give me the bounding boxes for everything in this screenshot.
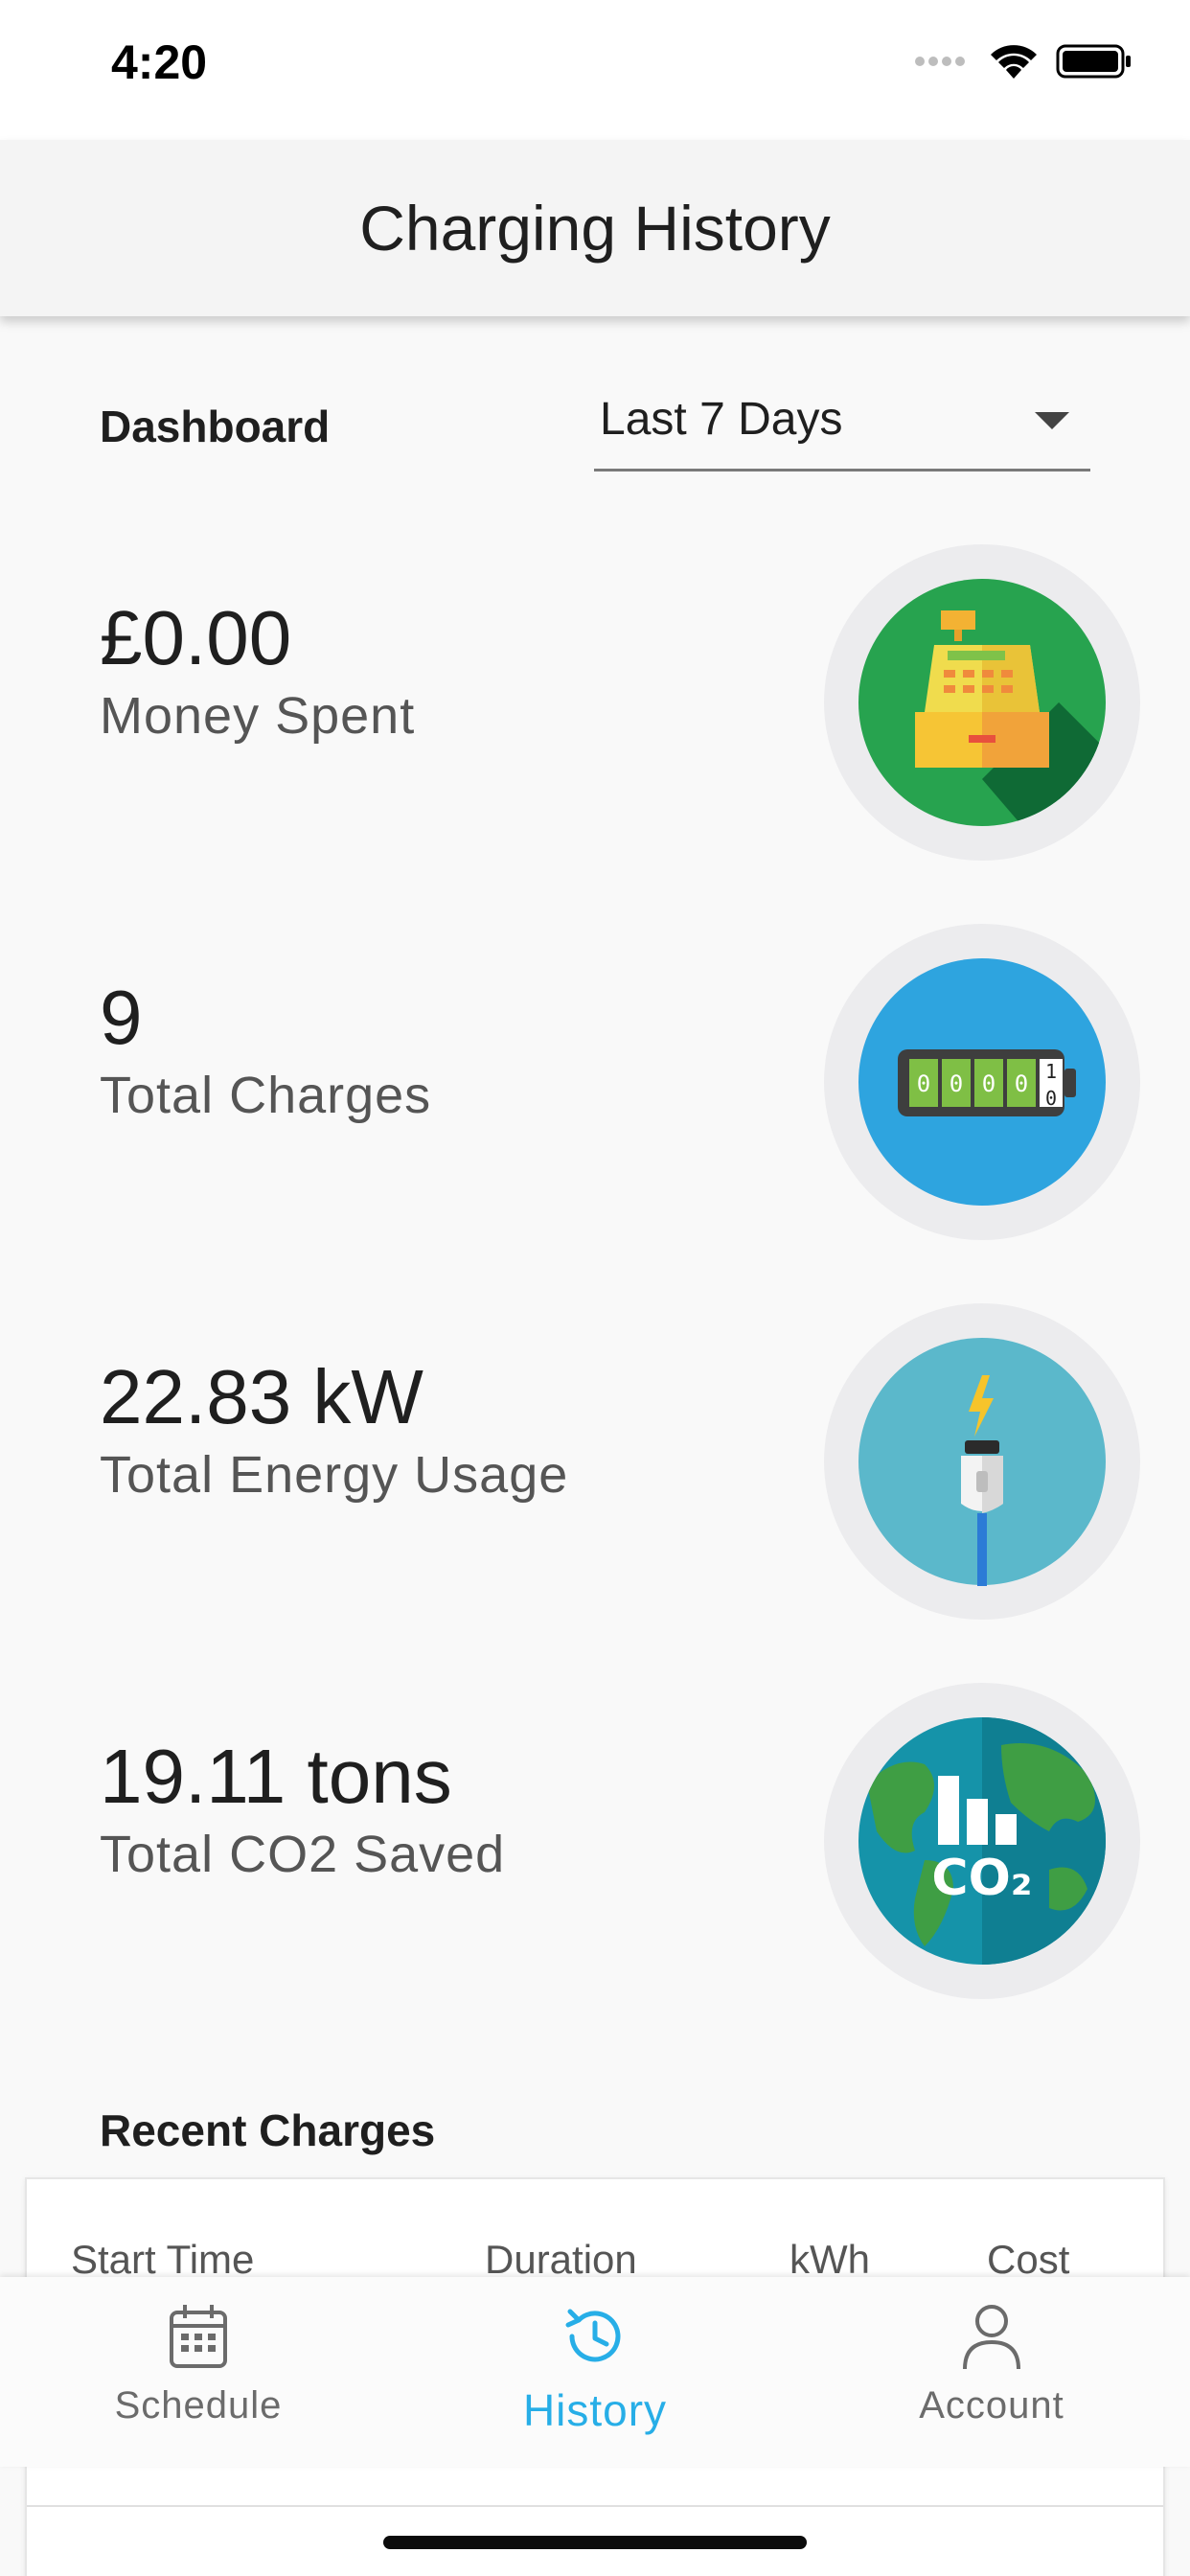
recent-charges-title: Recent Charges (100, 2105, 436, 2155)
stat-label: Money Spent (100, 687, 416, 745)
status-icons (914, 42, 1133, 80)
stat-co2-saved: 19.11 tons Total CO2 Saved CO₂ (100, 1683, 1140, 1999)
counter-digit: 0 (982, 1070, 995, 1097)
ev-plug-icon (858, 1338, 1106, 1586)
counter-digit: 0 (917, 1070, 930, 1097)
column-kwh: kWh (790, 2237, 870, 2282)
period-dropdown[interactable]: Last 7 Days (594, 383, 1090, 472)
counter-digit: 1 (1045, 1060, 1057, 1083)
stat-value: 19.11 tons (100, 1734, 452, 1819)
signal-icon (915, 57, 965, 66)
cash-register-icon (858, 579, 1106, 826)
stat-total-charges: 9 Total Charges 0 0 0 0 1 0 (100, 924, 1140, 1240)
column-cost: Cost (987, 2237, 1070, 2282)
stat-label: Total Energy Usage (100, 1446, 569, 1504)
dashboard-row: Dashboard Last 7 Days (100, 383, 1090, 479)
tab-history[interactable]: History (397, 2277, 793, 2467)
person-icon (963, 2305, 1020, 2370)
counter-digit: 0 (1045, 1087, 1057, 1110)
status-bar: 4:20 (0, 0, 1190, 140)
tab-label: Schedule (114, 2384, 283, 2426)
stat-icon-ring: CO₂ (824, 1683, 1140, 1999)
counter-digit: 0 (1015, 1070, 1028, 1097)
status-time: 4:20 (111, 35, 208, 89)
stat-money-spent: £0.00 Money Spent (100, 544, 1140, 861)
stat-value: 22.83 kW (100, 1354, 423, 1439)
stat-label: Total CO2 Saved (100, 1826, 506, 1883)
tab-account[interactable]: Account (793, 2277, 1190, 2467)
tab-label: History (522, 2385, 668, 2435)
history-icon (565, 2309, 621, 2362)
tab-schedule[interactable]: Schedule (0, 2277, 397, 2467)
period-value: Last 7 Days (600, 394, 843, 445)
stat-total-energy: 22.83 kW Total Energy Usage (100, 1303, 1140, 1620)
caret-down-icon (1035, 412, 1069, 429)
stat-icon-ring (824, 544, 1140, 861)
stat-icon-ring (824, 1303, 1140, 1620)
app-header: Charging History (0, 140, 1190, 316)
column-duration: Duration (485, 2237, 637, 2282)
dashboard-label: Dashboard (100, 402, 331, 451)
bottom-tab-bar: Schedule History Account (0, 2277, 1190, 2467)
stat-label: Total Charges (100, 1067, 432, 1124)
stat-icon-ring: 0 0 0 0 1 0 (824, 924, 1140, 1240)
battery-icon (1056, 44, 1131, 79)
co2-icon-text: CO₂ (931, 1850, 1032, 1907)
stat-value: £0.00 (100, 595, 292, 680)
column-start-time: Start Time (71, 2237, 255, 2282)
home-indicator[interactable] (383, 2536, 807, 2549)
page-title: Charging History (359, 193, 831, 264)
charge-counter-icon: 0 0 0 0 1 0 (858, 958, 1106, 1206)
stat-value: 9 (100, 975, 143, 1060)
wifi-icon (991, 45, 1037, 79)
counter-digit: 0 (950, 1070, 963, 1097)
tab-label: Account (919, 2384, 1064, 2426)
calendar-icon (170, 2305, 227, 2368)
co2-globe-icon: CO₂ (858, 1717, 1106, 1965)
